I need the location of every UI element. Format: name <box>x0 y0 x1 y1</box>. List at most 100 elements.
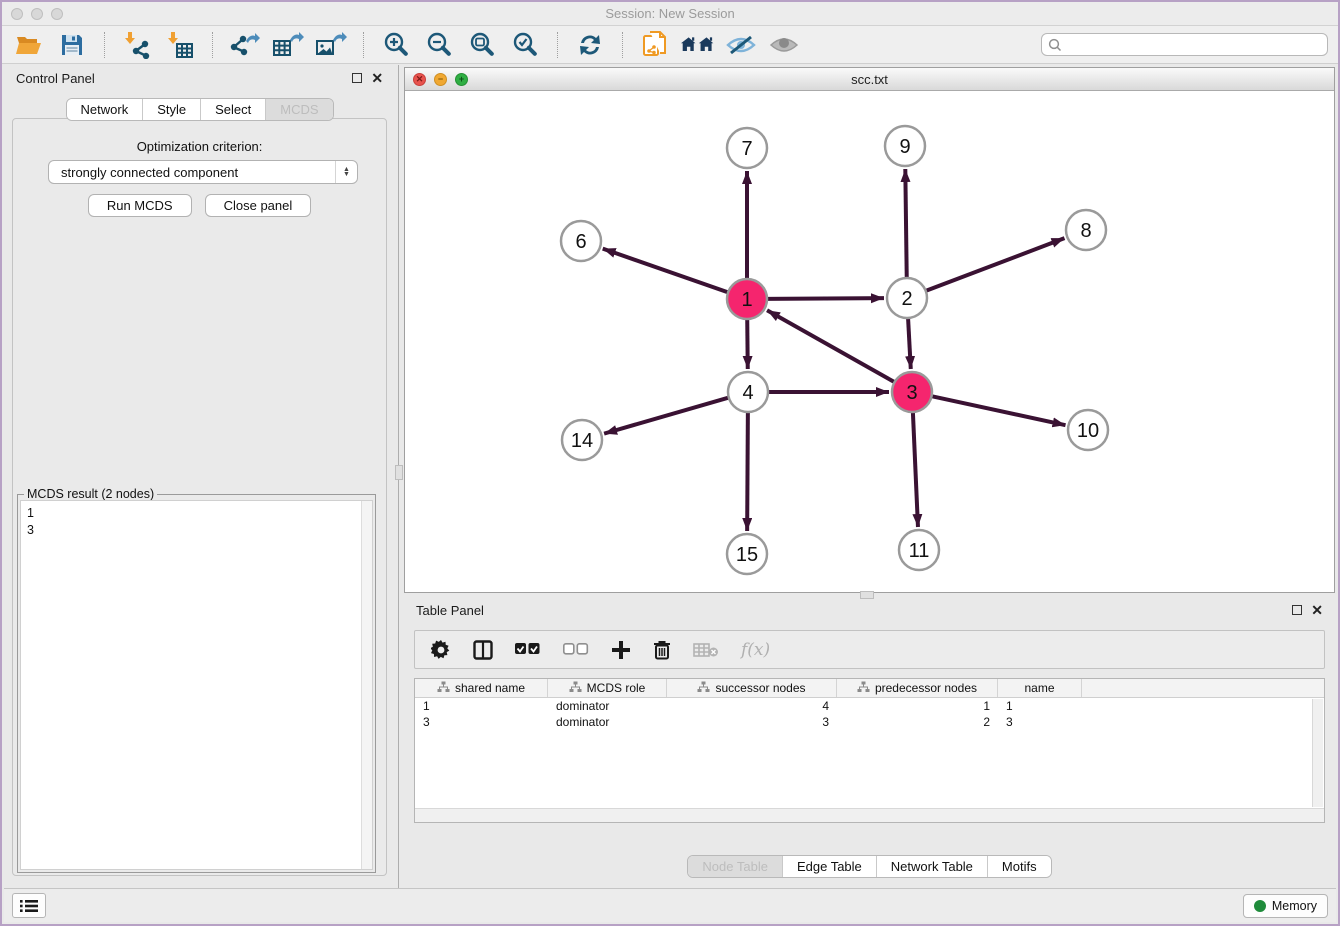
table-cell[interactable]: 3 <box>415 714 548 730</box>
refresh-icon[interactable] <box>573 30 607 60</box>
table-cell[interactable]: 3 <box>667 714 837 730</box>
column-header-successor-nodes[interactable]: successor nodes <box>667 679 837 697</box>
tab-network-table[interactable]: Network Table <box>877 856 988 877</box>
edge-3-1[interactable] <box>767 310 895 382</box>
deselect-all-icon[interactable] <box>563 643 589 656</box>
node-label: 1 <box>741 289 752 311</box>
zoom-fit-icon[interactable] <box>465 30 499 60</box>
float-panel-icon[interactable] <box>1292 605 1302 615</box>
task-history-button[interactable] <box>12 893 46 918</box>
edge-4-14[interactable] <box>604 398 729 434</box>
table-cell[interactable]: dominator <box>548 698 667 714</box>
control-panel: Control Panel ✕ NetworkStyleSelectMCDS O… <box>4 65 395 888</box>
memory-button[interactable]: Memory <box>1243 894 1328 918</box>
edge-1-4[interactable] <box>747 319 748 369</box>
table-cell[interactable]: 2 <box>837 714 998 730</box>
table-tabs: Node TableEdge TableNetwork TableMotifs <box>404 855 1335 878</box>
tab-select[interactable]: Select <box>201 99 266 120</box>
close-panel-button[interactable]: Close panel <box>205 194 312 217</box>
column-header-MCDS-role[interactable]: MCDS role <box>548 679 667 697</box>
column-header-name[interactable]: name <box>998 679 1082 697</box>
tab-motifs[interactable]: Motifs <box>988 856 1051 877</box>
table-panel-title: Table Panel <box>416 603 484 618</box>
table-panel: Table Panel ✕ <box>404 599 1335 888</box>
edge-2-8[interactable] <box>926 238 1065 291</box>
open-session-file-icon[interactable] <box>638 30 672 60</box>
close-panel-icon[interactable]: ✕ <box>1311 603 1323 617</box>
import-network-icon[interactable] <box>120 30 154 60</box>
edge-1-2[interactable] <box>767 298 884 299</box>
node-label: 7 <box>741 138 752 160</box>
delete-column-icon[interactable] <box>693 642 719 658</box>
memory-label: Memory <box>1272 899 1317 913</box>
tab-edge-table[interactable]: Edge Table <box>783 856 877 877</box>
edge-4-15[interactable] <box>747 412 748 531</box>
tab-style[interactable]: Style <box>143 99 201 120</box>
search-field[interactable] <box>1041 33 1328 56</box>
edge-1-6[interactable] <box>603 249 728 293</box>
table-cell[interactable]: 4 <box>667 698 837 714</box>
criterion-dropdown[interactable]: strongly connected component ▲▼ <box>48 160 358 184</box>
control-panel-tabs: NetworkStyleSelectMCDS <box>4 98 395 121</box>
import-table-icon[interactable] <box>163 30 197 60</box>
optimization-label: Optimization criterion: <box>13 139 386 154</box>
add-icon[interactable] <box>611 640 631 660</box>
table-toolbar: f(x) <box>414 630 1325 669</box>
search-input[interactable] <box>1066 38 1321 52</box>
zoom-out-icon[interactable] <box>422 30 456 60</box>
export-network-icon[interactable] <box>228 30 262 60</box>
splitter-handle[interactable] <box>860 591 874 599</box>
delete-icon[interactable] <box>653 640 671 660</box>
select-all-icon[interactable] <box>515 643 541 656</box>
tab-network[interactable]: Network <box>67 99 144 120</box>
column-header-shared-name[interactable]: shared name <box>415 679 548 697</box>
table-cell[interactable]: 1 <box>837 698 998 714</box>
function-icon[interactable]: f(x) <box>741 640 770 660</box>
split-columns-icon[interactable] <box>473 640 493 660</box>
mcds-result-title: MCDS result (2 nodes) <box>24 487 157 501</box>
zoom-selected-icon[interactable] <box>508 30 542 60</box>
table-cell[interactable]: 1 <box>998 698 1082 714</box>
table-cell[interactable]: 3 <box>998 714 1082 730</box>
memory-status-icon <box>1254 900 1266 912</box>
table-row[interactable]: 1dominator411 <box>415 698 1324 714</box>
horizontal-scrollbar[interactable] <box>415 808 1324 822</box>
edge-2-9[interactable] <box>905 169 906 278</box>
edge-2-3[interactable] <box>908 318 911 369</box>
vertical-splitter[interactable] <box>395 65 404 888</box>
hide-graphics-icon[interactable] <box>724 30 758 60</box>
network-canvas[interactable]: 1234678910111415 <box>405 91 1334 592</box>
node-label: 15 <box>736 544 758 566</box>
node-label: 9 <box>899 136 910 158</box>
open-session-icon[interactable] <box>12 30 46 60</box>
show-graphics-icon[interactable] <box>767 30 801 60</box>
close-panel-icon[interactable]: ✕ <box>371 71 383 85</box>
edge-3-10[interactable] <box>932 396 1066 425</box>
tab-node-table[interactable]: Node Table <box>688 856 783 877</box>
chevron-up-down-icon: ▲▼ <box>335 161 357 183</box>
edge-3-11[interactable] <box>913 412 918 527</box>
run-mcds-button[interactable]: Run MCDS <box>88 194 192 217</box>
table-cell[interactable]: dominator <box>548 714 667 730</box>
gear-icon[interactable] <box>431 640 451 660</box>
save-session-icon[interactable] <box>55 30 89 60</box>
title-bar: Session: New Session <box>2 2 1338 26</box>
network-graph[interactable]: 1234678910111415 <box>405 91 1334 592</box>
tab-mcds[interactable]: MCDS <box>266 99 332 120</box>
network-overview-icon[interactable] <box>681 30 715 60</box>
export-image-icon[interactable] <box>314 30 348 60</box>
right-area: ✕ − + scc.txt 1234678910111415 Table Pan… <box>404 65 1336 888</box>
zoom-in-icon[interactable] <box>379 30 413 60</box>
export-table-icon[interactable] <box>271 30 305 60</box>
toolbar-separator <box>622 32 623 58</box>
splitter-handle[interactable] <box>395 465 403 480</box>
column-header-predecessor-nodes[interactable]: predecessor nodes <box>837 679 998 697</box>
node-label: 3 <box>906 382 917 404</box>
table-row[interactable]: 3dominator323 <box>415 714 1324 730</box>
result-scrollbar[interactable] <box>361 501 372 869</box>
table-cell[interactable]: 1 <box>415 698 548 714</box>
window-title: Session: New Session <box>2 6 1338 21</box>
float-panel-icon[interactable] <box>352 73 362 83</box>
node-table: shared nameMCDS rolesuccessor nodesprede… <box>414 678 1325 823</box>
vertical-scrollbar[interactable] <box>1312 699 1323 807</box>
